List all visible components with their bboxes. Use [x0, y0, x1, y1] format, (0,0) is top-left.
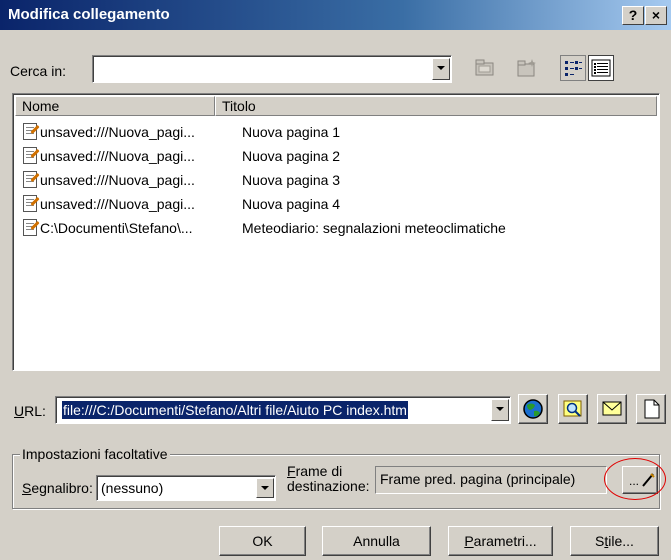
lookin-dropdown-arrow[interactable]: [432, 58, 450, 80]
html-file-icon: [23, 147, 37, 164]
file-name: unsaved:///Nuova_pagi...: [40, 196, 195, 212]
new-folder-icon[interactable]: [515, 57, 539, 79]
bookmark-label: Segnalibro:: [22, 480, 93, 496]
parameters-button[interactable]: Parametri...: [448, 526, 553, 556]
bookmark-dropdown-arrow[interactable]: [256, 478, 274, 498]
list-item[interactable]: unsaved:///Nuova_pagi... Nuova pagina 1: [23, 121, 653, 145]
style-button[interactable]: Stile...: [570, 526, 659, 556]
lookin-label: Cerca in:: [10, 63, 67, 79]
cancel-button[interactable]: Annulla: [322, 526, 431, 556]
help-button[interactable]: ?: [622, 6, 644, 25]
html-file-icon: [23, 195, 37, 212]
frame-label: Frame di destinazione:: [287, 463, 370, 494]
file-title: Meteodiario: segnalazioni meteoclimatich…: [242, 220, 506, 236]
file-name: unsaved:///Nuova_pagi...: [40, 148, 195, 164]
url-label: URL:: [14, 403, 46, 419]
envelope-icon: [602, 401, 622, 416]
bookmark-combo[interactable]: (nessuno): [96, 475, 276, 501]
window-title: Modifica collegamento: [8, 6, 170, 23]
browse-web-button[interactable]: [518, 394, 548, 424]
list-item[interactable]: unsaved:///Nuova_pagi... Nuova pagina 4: [23, 193, 653, 217]
open-folder-icon: [563, 400, 582, 417]
list-view-icon[interactable]: [560, 55, 586, 81]
url-combo[interactable]: file:///C:/Documenti/Stefano/Altri file/…: [55, 396, 511, 424]
url-dropdown-arrow[interactable]: [491, 399, 509, 421]
ok-button[interactable]: OK: [219, 526, 306, 556]
list-item[interactable]: unsaved:///Nuova_pagi... Nuova pagina 2: [23, 145, 653, 169]
file-title: Nuova pagina 2: [242, 148, 341, 164]
html-file-icon: [23, 171, 37, 188]
file-title: Nuova pagina 4: [242, 196, 341, 212]
html-file-icon: [23, 219, 37, 236]
frame-target-field: Frame pred. pagina (principale): [375, 466, 607, 494]
close-button[interactable]: ×: [645, 6, 667, 25]
globe-icon: [523, 399, 543, 419]
up-folder-icon[interactable]: [473, 57, 497, 79]
file-name: unsaved:///Nuova_pagi...: [40, 172, 195, 188]
details-view-icon[interactable]: [588, 55, 614, 81]
blank-page-icon: [644, 399, 660, 419]
browse-file-button[interactable]: [558, 394, 588, 424]
list-item[interactable]: unsaved:///Nuova_pagi... Nuova pagina 3: [23, 169, 653, 193]
lookin-combo[interactable]: [92, 55, 452, 83]
url-input[interactable]: file:///C:/Documenti/Stefano/Altri file/…: [62, 401, 408, 419]
html-file-icon: [23, 123, 37, 140]
highlight-circle: [604, 458, 666, 500]
optional-settings-label: Impostazioni facoltative: [20, 446, 170, 462]
frame-target-value: Frame pred. pagina (principale): [380, 471, 576, 487]
list-item[interactable]: C:\Documenti\Stefano\... Meteodiario: se…: [23, 217, 653, 241]
file-name: C:\Documenti\Stefano\...: [40, 220, 193, 236]
file-title: Nuova pagina 3: [242, 172, 341, 188]
file-name: unsaved:///Nuova_pagi...: [40, 124, 195, 140]
column-header-name[interactable]: Nome: [15, 96, 215, 116]
mail-link-button[interactable]: [597, 394, 627, 424]
file-title: Nuova pagina 1: [242, 124, 341, 140]
new-page-button[interactable]: [636, 394, 666, 424]
column-header-title[interactable]: Titolo: [215, 96, 657, 116]
bookmark-value: (nessuno): [101, 480, 164, 496]
file-list[interactable]: Nome Titolo unsaved:///Nuova_pagi... Nuo…: [12, 93, 660, 371]
